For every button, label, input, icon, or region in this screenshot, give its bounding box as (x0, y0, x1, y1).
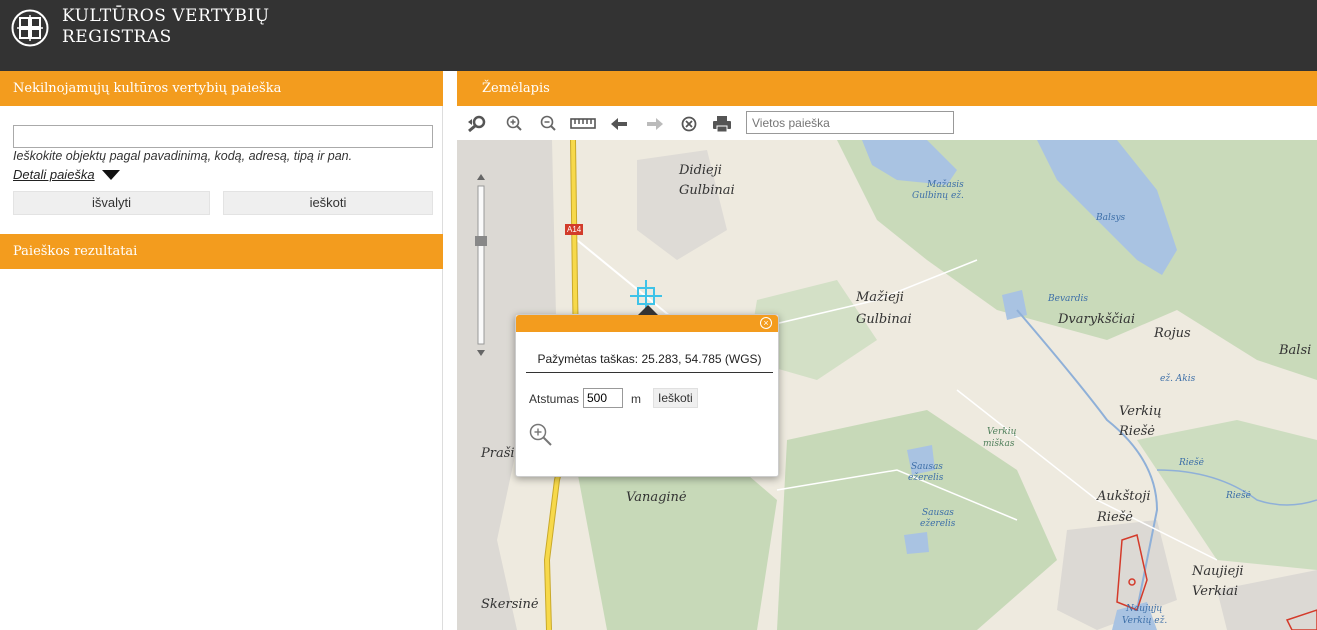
search-button[interactable]: ieškoti (223, 191, 433, 215)
map-label: Verkiai (1192, 584, 1239, 599)
search-input[interactable] (13, 125, 433, 148)
ruler-icon[interactable] (570, 114, 596, 134)
app-header: KULTŪROS VERTYBIŲ REGISTRAS (0, 0, 1317, 71)
zoom-out-icon[interactable] (537, 114, 559, 134)
map-label-water: Sausas (911, 462, 943, 472)
map-label: Skersinė (481, 597, 539, 612)
map-label-water: ežerelis (908, 473, 944, 483)
map-label-water: Riešė (1226, 491, 1251, 501)
map-label-forest: Verkių (987, 427, 1017, 437)
map-label-water: Verkių ež. (1122, 616, 1168, 626)
map-label-water: Sausas (922, 508, 954, 518)
map-label-water: Mažasis (927, 180, 964, 190)
map-label-forest: miškas (983, 439, 1015, 449)
map-label: Riešė (1097, 510, 1134, 525)
map-label: Rojus (1154, 326, 1191, 341)
map-label-water: ežerelis (920, 519, 956, 529)
search-hint: Ieškokite objektų pagal pavadinimą, kodą… (13, 149, 353, 163)
search-panel-title: Nekilnojamųjų kultūros vertybių paieška (0, 71, 443, 106)
map-label: Dvarykščiai (1058, 312, 1135, 327)
map-label: Riešė (1119, 424, 1156, 439)
map-label: Didieji (679, 163, 722, 178)
map-label-water: Naujųjų (1126, 604, 1163, 614)
registry-logo-icon[interactable] (11, 9, 49, 47)
print-icon[interactable] (711, 114, 733, 134)
map-label: Gulbinai (856, 312, 912, 327)
map-label: Verkių (1119, 404, 1162, 419)
app-logo-text[interactable]: KULTŪROS VERTYBIŲ REGISTRAS (62, 6, 270, 48)
zoom-to-extent-icon[interactable] (466, 114, 488, 134)
point-popup: × Pažymėtas taškas: 25.283, 54.785 (WGS)… (515, 305, 779, 477)
distance-unit: m (631, 392, 641, 406)
map-label-water: Gulbinų ež. (912, 191, 964, 201)
map-label: Gulbinai (679, 183, 735, 198)
distance-input[interactable] (583, 388, 623, 408)
map-label-water: Bevardis (1048, 294, 1088, 304)
logo-line-1: KULTŪROS VERTYBIŲ (62, 6, 270, 26)
map-label: Mažieji (856, 290, 904, 305)
map-toolbar (457, 106, 1317, 140)
zoom-in-icon[interactable] (528, 422, 554, 448)
popup-coordinates: Pažymėtas taškas: 25.283, 54.785 (WGS) (526, 352, 773, 373)
zoom-in-icon[interactable] (503, 114, 525, 134)
logo-line-2: REGISTRAS (62, 27, 172, 47)
map-panel-title: Žemėlapis (457, 71, 1317, 106)
map-label-water: Balsys (1096, 213, 1126, 223)
map-label-water: Riešė (1179, 458, 1204, 468)
forward-arrow-icon[interactable] (644, 114, 666, 134)
popup-header: × (516, 315, 778, 332)
map-label: Vanaginė (626, 490, 687, 505)
clear-icon[interactable] (678, 114, 700, 134)
map-label: Naujieji (1192, 564, 1244, 579)
results-panel-title: Paieškos rezultatai (0, 234, 443, 269)
map-label: Aukštoji (1097, 489, 1151, 504)
road-shield: A14 (565, 224, 584, 235)
close-icon[interactable]: × (760, 317, 772, 329)
place-search-input[interactable] (746, 111, 954, 134)
map-label: Praši (481, 446, 515, 461)
detailed-search-link[interactable]: Detali paieška (13, 167, 95, 182)
map-label: Balsi (1279, 343, 1312, 358)
map-label-water: ež. Akis (1160, 374, 1196, 384)
distance-label: Atstumas (529, 392, 580, 406)
zoom-slider[interactable] (475, 172, 487, 360)
chevron-down-icon[interactable] (102, 170, 120, 180)
back-arrow-icon[interactable] (608, 114, 630, 134)
popup-search-button[interactable]: Ieškoti (653, 388, 698, 408)
clear-button[interactable]: išvalyti (13, 191, 210, 215)
popup-pointer (638, 305, 658, 315)
